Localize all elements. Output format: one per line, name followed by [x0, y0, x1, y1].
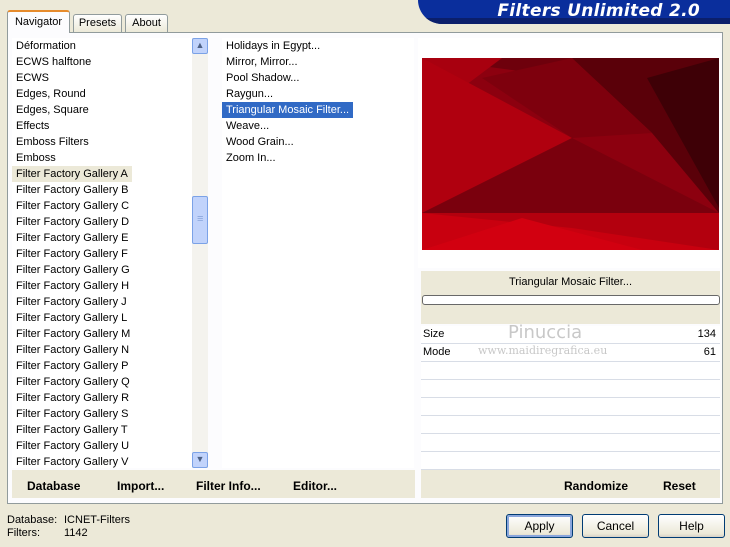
param-row — [421, 362, 720, 380]
tab-navigator[interactable]: Navigator — [7, 10, 70, 33]
filter-item[interactable]: Triangular Mosaic Filter... — [222, 102, 354, 118]
param-value[interactable]: 134 — [698, 328, 716, 340]
category-list[interactable]: Déformation ECWS halftone ECWS Edges, Round… — [12, 38, 192, 468]
filter-title-bar: Triangular Mosaic Filter... — [421, 271, 720, 293]
database-button[interactable]: Database — [27, 479, 80, 493]
reset-button[interactable]: Reset — [663, 479, 696, 493]
filter-item[interactable]: Weave... — [222, 118, 414, 134]
category-item[interactable]: Déformation — [12, 38, 192, 54]
editor-button[interactable]: Editor... — [293, 479, 337, 493]
help-button[interactable]: Help — [658, 514, 725, 538]
filter-item[interactable]: Pool Shadow... — [222, 70, 414, 86]
category-item[interactable]: Edges, Round — [12, 86, 192, 102]
filter-item[interactable]: Wood Grain... — [222, 134, 414, 150]
param-row — [421, 452, 720, 470]
param-row — [421, 434, 720, 452]
category-item[interactable]: Filter Factory Gallery N — [12, 342, 192, 358]
category-item[interactable]: Filter Factory Gallery B — [12, 182, 192, 198]
preview-image — [422, 58, 719, 250]
category-scrollbar[interactable]: ▲ ▼ — [192, 38, 208, 468]
category-item[interactable]: Filter Factory Gallery T — [12, 422, 192, 438]
category-item[interactable]: Edges, Square — [12, 102, 192, 118]
category-item[interactable]: Filter Factory Gallery V — [12, 454, 192, 468]
param-row — [421, 380, 720, 398]
filter-list[interactable]: Holidays in Egypt... Mirror, Mirror... Poo… — [222, 38, 414, 468]
tab-presets[interactable]: Presets — [73, 14, 122, 32]
filter-item[interactable]: Holidays in Egypt... — [222, 38, 414, 54]
status-filters: Filters: 1142 — [7, 527, 88, 539]
category-item[interactable]: Emboss — [12, 150, 192, 166]
status-database-value: ICNET-Filters — [64, 514, 130, 526]
category-item[interactable]: Filter Factory Gallery E — [12, 230, 192, 246]
category-item[interactable]: Filter Factory Gallery A — [12, 166, 132, 182]
banner-title: Filters Unlimited 2.0 — [497, 1, 700, 21]
randomize-button[interactable]: Randomize — [564, 479, 628, 493]
status-filters-value: 1142 — [64, 527, 88, 539]
filter-item[interactable]: Mirror, Mirror... — [222, 54, 414, 70]
category-item[interactable]: Filter Factory Gallery C — [12, 198, 192, 214]
param-label: Size — [423, 328, 445, 340]
filter-info-button[interactable]: Filter Info... — [196, 479, 261, 493]
category-item[interactable]: Effects — [12, 118, 192, 134]
cancel-button[interactable]: Cancel — [582, 514, 649, 538]
category-item[interactable]: Filter Factory Gallery Q — [12, 374, 192, 390]
category-item[interactable]: Filter Factory Gallery D — [12, 214, 192, 230]
param-value[interactable]: 61 — [704, 346, 716, 358]
progress-bar — [422, 295, 720, 305]
category-item[interactable]: Filter Factory Gallery L — [12, 310, 192, 326]
category-item[interactable]: ECWS halftone — [12, 54, 192, 70]
param-row — [421, 398, 720, 416]
filter-item[interactable]: Zoom In... — [222, 150, 414, 166]
filter-title: Triangular Mosaic Filter... — [508, 276, 633, 288]
scroll-up-button[interactable]: ▲ — [192, 38, 208, 54]
category-item[interactable]: Filter Factory Gallery U — [12, 438, 192, 454]
category-item[interactable]: Filter Factory Gallery P — [12, 358, 192, 374]
status-database-label: Database: — [7, 514, 58, 526]
apply-button[interactable]: Apply — [506, 514, 573, 538]
category-item[interactable]: Filter Factory Gallery F — [12, 246, 192, 262]
import-button[interactable]: Import... — [117, 479, 164, 493]
scroll-down-button[interactable]: ▼ — [192, 452, 208, 468]
title-banner: Filters Unlimited 2.0 — [418, 0, 730, 24]
status-database: Database: ICNET-Filters — [7, 514, 130, 526]
category-item[interactable]: Filter Factory Gallery G — [12, 262, 192, 278]
tab-about[interactable]: About — [125, 14, 168, 32]
category-item[interactable]: Emboss Filters — [12, 134, 192, 150]
status-filters-label: Filters: — [7, 527, 40, 539]
scroll-thumb[interactable] — [192, 196, 208, 244]
param-label: Mode — [423, 346, 451, 358]
category-item[interactable]: Filter Factory Gallery H — [12, 278, 192, 294]
category-item[interactable]: Filter Factory Gallery M — [12, 326, 192, 342]
watermark-url: www.maidiregrafica.eu — [478, 344, 608, 357]
category-item[interactable]: Filter Factory Gallery J — [12, 294, 192, 310]
category-item[interactable]: Filter Factory Gallery R — [12, 390, 192, 406]
category-item[interactable]: Filter Factory Gallery S — [12, 406, 192, 422]
param-row — [421, 416, 720, 434]
watermark-name: Pinuccia — [508, 322, 583, 343]
category-item[interactable]: ECWS — [12, 70, 192, 86]
filter-item[interactable]: Raygun... — [222, 86, 414, 102]
